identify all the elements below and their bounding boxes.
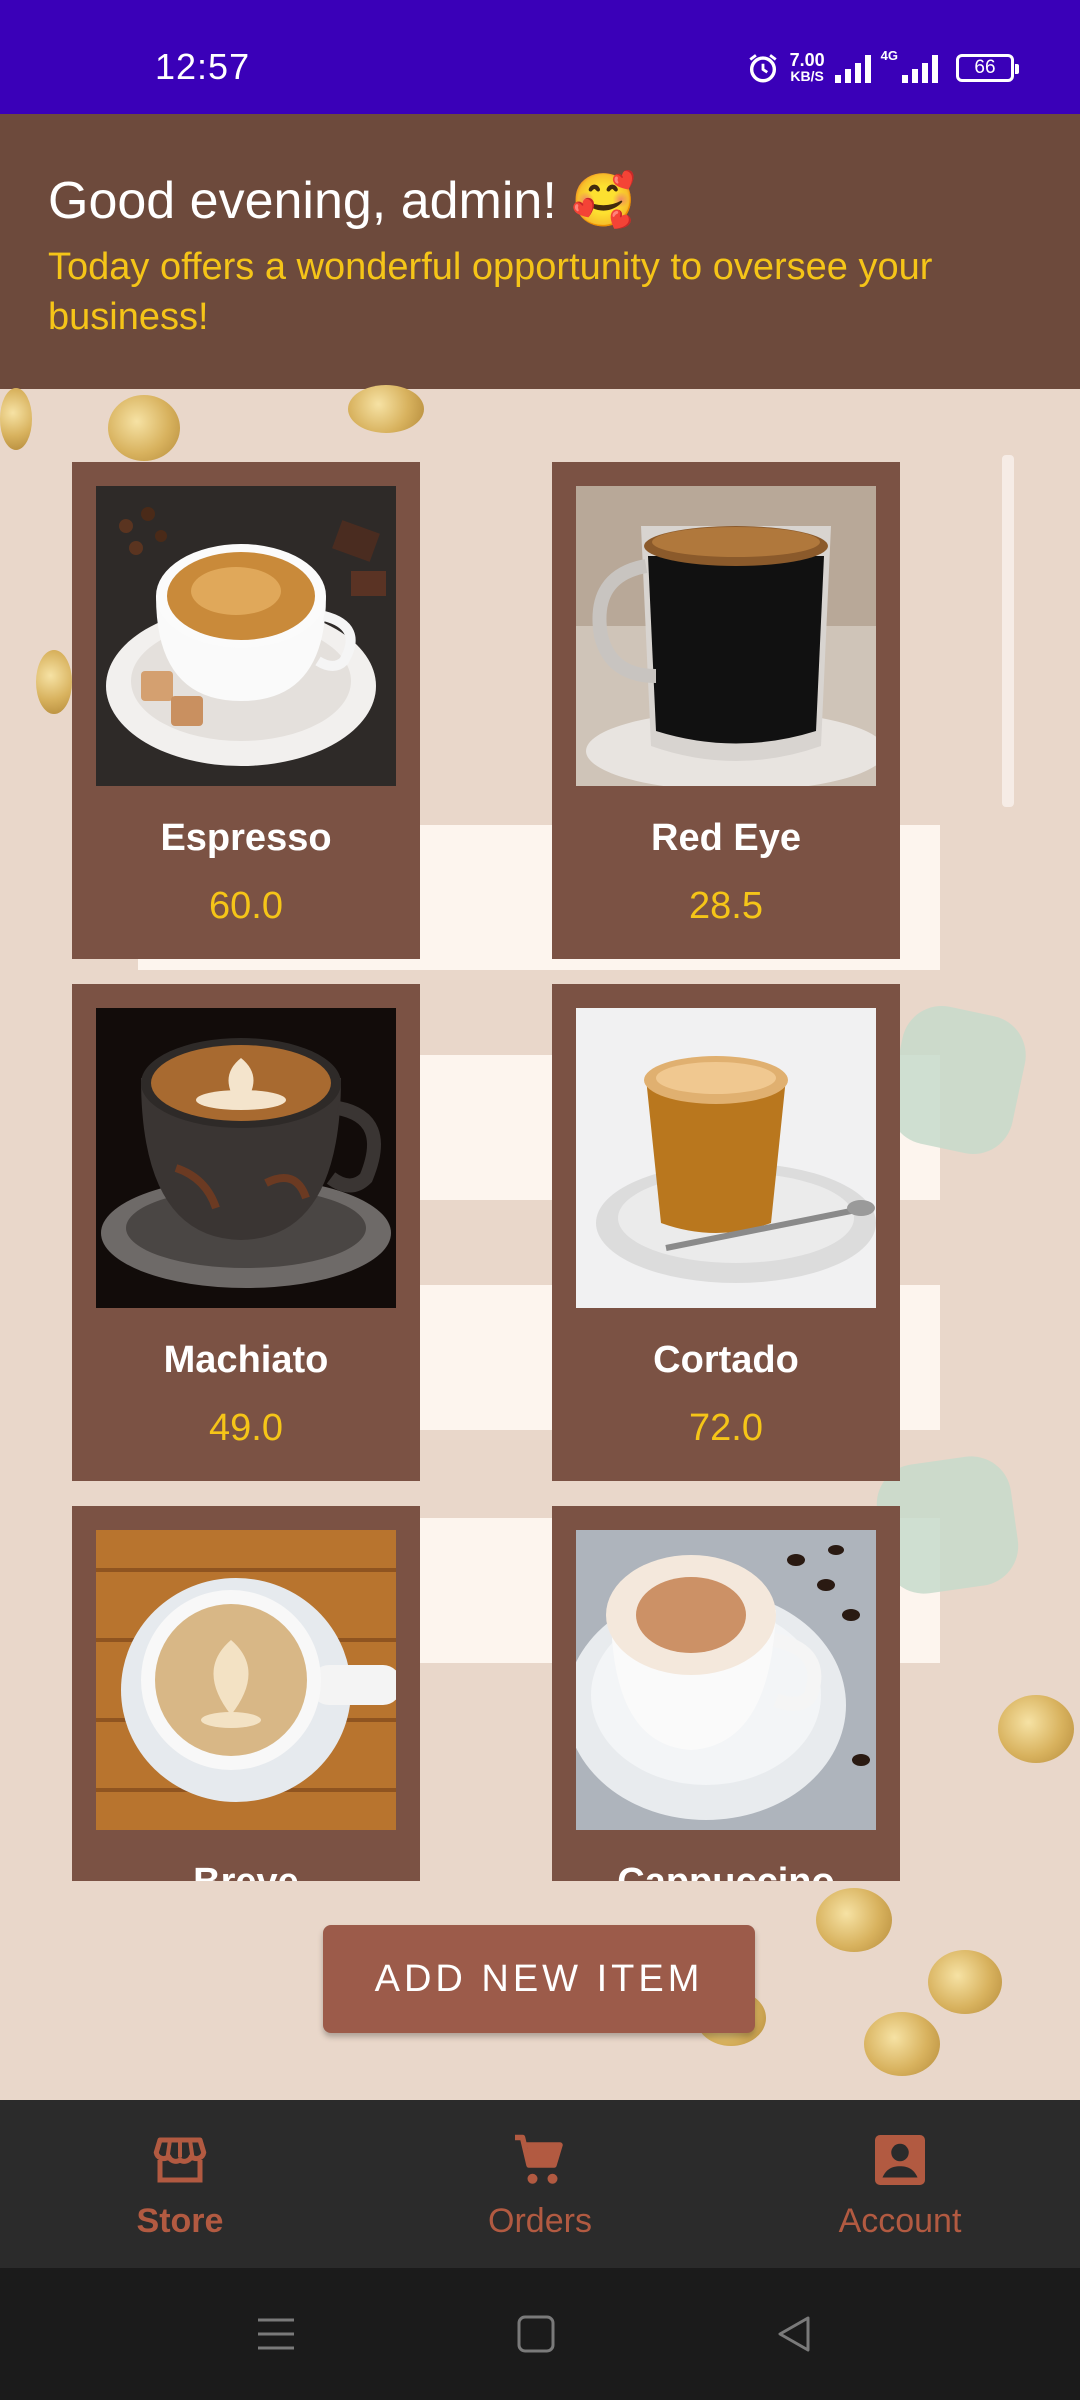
menu-icon[interactable]: [256, 2314, 296, 2354]
product-card-breve[interactable]: Breve: [72, 1506, 420, 1881]
decor-dot: [816, 1888, 892, 1952]
product-card-cappuccino[interactable]: Cappuccino: [552, 1506, 900, 1881]
status-bar: 12:57 7.00 KB/S 4G 66: [0, 0, 1080, 114]
cart-icon: [515, 2134, 563, 2184]
net-speed: 7.00 KB/S: [789, 50, 825, 84]
decor-dot: [36, 650, 72, 714]
product-card-red-eye[interactable]: Red Eye 28.5: [552, 462, 900, 959]
nav-account[interactable]: Account: [720, 2100, 1080, 2268]
back-icon[interactable]: [774, 2314, 814, 2354]
product-card-cortado[interactable]: Cortado 72.0: [552, 984, 900, 1481]
product-card-espresso[interactable]: Espresso 60.0: [72, 462, 420, 959]
decor-dot: [108, 395, 180, 461]
product-name: Espresso: [160, 817, 332, 859]
cappuccino-photo: [576, 1530, 876, 1830]
product-price: 49.0: [209, 1407, 283, 1449]
account-icon: [875, 2135, 925, 2185]
product-name: Red Eye: [651, 817, 801, 859]
store-icon: [153, 2137, 207, 2183]
status-icons: 7.00 KB/S 4G 66: [746, 48, 1019, 88]
network-type: 4G: [880, 48, 898, 63]
status-time: 12:57: [155, 46, 251, 87]
decor-dot: [0, 388, 32, 450]
red-eye-photo: [576, 486, 876, 786]
signal-icon-2: [902, 53, 938, 83]
bottom-navigation: Store Orders Account: [0, 2100, 1080, 2268]
nav-label: Account: [838, 2202, 962, 2240]
decor-dot: [348, 385, 424, 433]
product-name: Cappuccino: [552, 1861, 900, 1881]
product-name: Cortado: [653, 1339, 799, 1381]
cortado-photo: [576, 1008, 876, 1308]
greeting-subtitle: Today offers a wonderful opportunity to …: [48, 246, 933, 338]
decor-dot: [864, 2012, 940, 2076]
greeting-header: Good evening, admin! 🥰 Today offers a wo…: [0, 114, 1080, 389]
product-name: Machiato: [163, 1339, 329, 1381]
nav-orders[interactable]: Orders: [360, 2100, 720, 2268]
espresso-photo: [96, 486, 396, 786]
product-price: 28.5: [689, 885, 763, 927]
decor-dot: [928, 1950, 1002, 2014]
product-price: 72.0: [689, 1407, 763, 1449]
add-new-item-button[interactable]: ADD NEW ITEM: [323, 1925, 755, 2033]
product-price: 60.0: [209, 885, 283, 927]
battery-icon: 66: [956, 54, 1019, 82]
product-name: Breve: [72, 1861, 420, 1881]
greeting-title: Good evening, admin! 🥰: [48, 172, 636, 230]
nav-store[interactable]: Store: [0, 2100, 360, 2268]
signal-icon: [834, 53, 871, 83]
product-card-machiato[interactable]: Machiato 49.0: [72, 984, 420, 1481]
machiato-photo: [96, 1008, 396, 1308]
decor-dot: [998, 1695, 1074, 1763]
scrollbar[interactable]: [1002, 455, 1014, 807]
nav-label: Store: [136, 2202, 224, 2240]
home-icon[interactable]: [516, 2314, 556, 2354]
alarm-icon: [749, 54, 777, 83]
system-navigation-bar: [0, 2268, 1080, 2400]
nav-label: Orders: [488, 2202, 592, 2240]
breve-photo: [96, 1530, 396, 1830]
